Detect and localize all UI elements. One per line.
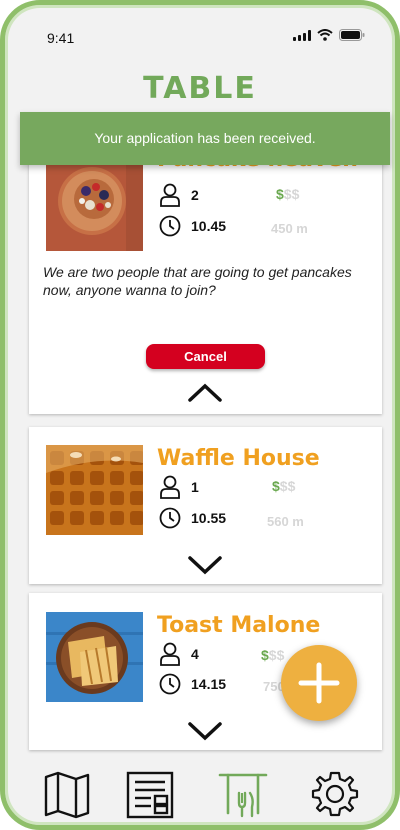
listing-description: We are two people that are going to get … xyxy=(43,264,352,298)
listing-name: Waffle House xyxy=(157,446,320,471)
chevron-up-icon[interactable] xyxy=(187,381,223,403)
cancel-button[interactable]: Cancel xyxy=(146,344,265,369)
meeting-time: 10.55 xyxy=(159,507,226,529)
app-title: TABLE xyxy=(143,71,257,106)
distance: 450 m xyxy=(271,221,308,236)
status-time: 9:41 xyxy=(47,30,75,46)
price-level: $$$ xyxy=(272,478,295,494)
people-count: 2 xyxy=(159,183,199,207)
price-level: $$$ xyxy=(261,647,284,663)
people-value: 1 xyxy=(191,479,199,495)
price-level: $$$ xyxy=(276,186,299,202)
person-icon xyxy=(160,183,180,207)
chevron-down-icon[interactable] xyxy=(187,721,223,743)
gear-icon[interactable] xyxy=(310,769,360,819)
clock-icon xyxy=(159,507,181,529)
price-active: $ xyxy=(261,647,269,663)
time-value: 10.55 xyxy=(191,510,227,526)
status-icons xyxy=(293,29,365,41)
plus-icon xyxy=(298,662,340,704)
price-inactive: $$ xyxy=(279,478,296,494)
chevron-down-icon[interactable] xyxy=(187,555,223,577)
wifi-icon xyxy=(317,29,333,41)
distance: 560 m xyxy=(267,514,304,529)
people-value: 4 xyxy=(191,646,199,662)
phone-frame: 9:41 TABLE 2 $$$ 10.45 450 m We are two … xyxy=(0,0,400,830)
battery-icon xyxy=(339,29,365,41)
person-icon xyxy=(160,475,180,499)
status-bar: 9:41 xyxy=(5,5,395,65)
person-icon xyxy=(160,642,180,666)
confirmation-toast: Your application has been received. xyxy=(20,112,390,165)
people-value: 2 xyxy=(191,187,199,203)
bottom-nav xyxy=(5,763,395,825)
waffle-photo xyxy=(46,445,143,535)
time-value: 10.45 xyxy=(191,218,227,234)
listing-card[interactable]: Waffle House 1 $$$ 10.55 560 m xyxy=(29,427,382,584)
list-icon[interactable] xyxy=(125,769,175,819)
clock-icon xyxy=(159,673,181,695)
pancake-photo xyxy=(46,161,143,251)
price-inactive: $$ xyxy=(268,647,285,663)
toast-photo xyxy=(46,612,143,702)
people-count: 4 xyxy=(159,642,199,666)
meeting-time: 10.45 xyxy=(159,215,226,237)
clock-icon xyxy=(159,215,181,237)
cellular-signal-icon xyxy=(293,29,311,41)
listing-name: Toast Malone xyxy=(157,613,321,638)
people-count: 1 xyxy=(159,475,199,499)
time-value: 14.15 xyxy=(191,676,227,692)
map-icon[interactable] xyxy=(42,769,92,819)
price-active: $ xyxy=(276,186,284,202)
price-inactive: $$ xyxy=(283,186,300,202)
listing-card[interactable]: Pancake heaven 2 $$$ 10.45 450 m We are … xyxy=(29,125,382,414)
add-listing-button[interactable] xyxy=(281,645,357,721)
fork-knife-icon[interactable] xyxy=(218,769,268,819)
price-active: $ xyxy=(272,478,280,494)
meeting-time: 14.15 xyxy=(159,673,226,695)
